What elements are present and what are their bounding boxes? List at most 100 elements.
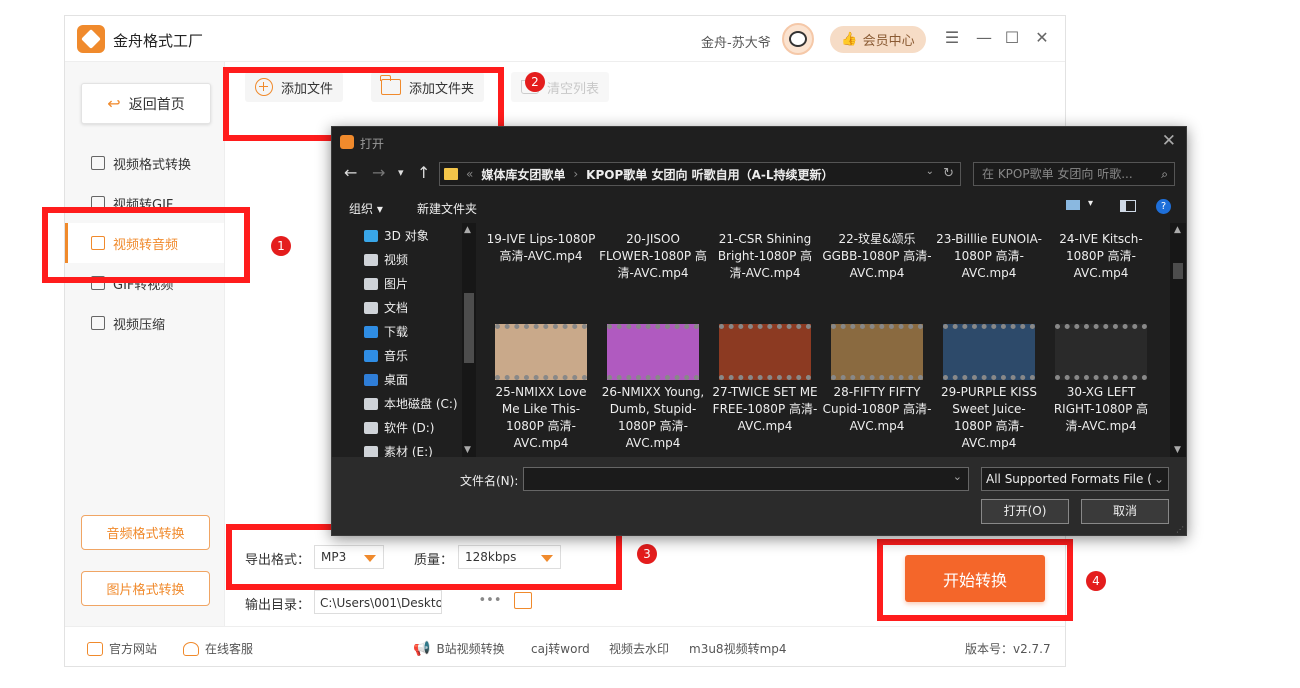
- dialog-search-input[interactable]: 在 KPOP歌单 女团向 听歌... ⌕: [973, 162, 1175, 186]
- video-thumbnail[interactable]: [1055, 324, 1147, 380]
- scroll-thumb[interactable]: [464, 293, 474, 363]
- file-item[interactable]: 25-NMIXX Love Me Like This-1080P 高清-AVC.…: [486, 384, 596, 452]
- chevron-down-icon[interactable]: ▾: [1088, 198, 1093, 209]
- chevron-down-icon[interactable]: ⌄: [953, 470, 962, 483]
- avatar[interactable]: [782, 23, 814, 55]
- tree-item[interactable]: 软件 (D:): [364, 419, 434, 436]
- tree-item[interactable]: 图片: [364, 275, 408, 292]
- address-bar[interactable]: « 媒体库女团歌单 › KPOP歌单 女团向 听歌自用（A-L持续更新） ⌄ ↻: [439, 162, 961, 186]
- footer-link-watermark[interactable]: 视频去水印: [609, 640, 669, 657]
- vip-center-button[interactable]: 👍 会员中心: [830, 26, 926, 53]
- scroll-down-icon: ▼: [464, 445, 471, 455]
- file-item[interactable]: 19-IVE Lips-1080P 高清-AVC.mp4: [486, 231, 596, 265]
- tree-item-label: 桌面: [384, 373, 409, 387]
- drive-folder-icon: [364, 349, 378, 362]
- more-dots-button[interactable]: •••: [476, 590, 504, 614]
- footer-link-bilibili[interactable]: 📢 B站视频转换: [413, 640, 505, 657]
- sidebar: ↩ 返回首页 视频格式转换 视频转GIF 视频转音频 GIF转视频 视频压缩 音…: [65, 62, 225, 626]
- up-arrow-icon[interactable]: ↑: [417, 163, 430, 182]
- sidebar-item-video-compress[interactable]: 视频压缩: [65, 303, 224, 343]
- audio-format-button[interactable]: 音频格式转换: [81, 515, 210, 550]
- dialog-command-bar: 组织 ▾ 新建文件夹 ▾ ?: [332, 195, 1186, 221]
- file-item[interactable]: 29-PURPLE KISS Sweet Juice-1080P 高清-AVC.…: [934, 384, 1044, 452]
- breadcrumb-item[interactable]: 媒体库女团歌单: [481, 166, 565, 183]
- open-folder-icon[interactable]: [514, 592, 532, 609]
- back-home-label: 返回首页: [128, 96, 185, 113]
- official-site-label: 官方网站: [109, 642, 158, 656]
- footer-link-caj[interactable]: caj转word: [531, 640, 590, 657]
- video-thumbnail[interactable]: [943, 324, 1035, 380]
- filename-label: 文件名(N):: [460, 474, 519, 488]
- file-type-filter[interactable]: All Supported Formats File (* ⌄: [981, 467, 1169, 491]
- drive-folder-icon: [364, 397, 378, 410]
- vip-center-label: 会员中心: [862, 34, 915, 49]
- menu-icon[interactable]: ☰: [942, 28, 962, 48]
- footer-link-m3u8[interactable]: m3u8视频转mp4: [689, 640, 787, 657]
- video-icon: [91, 156, 105, 170]
- video-thumbnail[interactable]: [719, 324, 811, 380]
- tree-item[interactable]: 视频: [364, 251, 408, 268]
- recent-dropdown-icon[interactable]: ▾: [398, 166, 404, 179]
- navigation-scrollbar[interactable]: ▲ ▼: [462, 223, 476, 457]
- new-folder-button[interactable]: 新建文件夹: [417, 200, 477, 217]
- breadcrumb-item[interactable]: KPOP歌单 女团向 听歌自用（A-L持续更新）: [586, 166, 833, 183]
- forward-arrow-icon[interactable]: →: [372, 163, 385, 182]
- output-path-field[interactable]: C:\Users\001\Desktop\金舟: [314, 590, 442, 614]
- title-bar: 金舟格式工厂 金舟-苏大爷 👍 会员中心 ☰ — ☐ ✕: [65, 16, 1065, 62]
- tree-item[interactable]: 3D 对象: [364, 227, 429, 244]
- video-thumbnail[interactable]: [607, 324, 699, 380]
- tree-item[interactable]: 本地磁盘 (C:): [364, 395, 458, 412]
- file-item[interactable]: 27-TWICE SET ME FREE-1080P 高清-AVC.mp4: [710, 384, 820, 435]
- annotation-number-1: 1: [271, 236, 291, 256]
- tree-item[interactable]: 音乐: [364, 347, 408, 364]
- drive-folder-icon: [364, 445, 378, 457]
- video-thumbnail[interactable]: [831, 324, 923, 380]
- scroll-down-icon: ▼: [1174, 445, 1181, 455]
- minimize-button[interactable]: —: [974, 28, 994, 48]
- close-button[interactable]: ✕: [1032, 28, 1052, 48]
- dialog-close-button[interactable]: ✕: [1162, 131, 1176, 151]
- chevron-down-icon[interactable]: ⌄: [926, 166, 934, 177]
- chevron-down-icon: ⌄: [1150, 468, 1164, 490]
- tree-item[interactable]: 素材 (E:): [364, 443, 433, 457]
- megaphone-icon: 📢: [413, 640, 431, 657]
- drive-folder-icon: [364, 277, 378, 290]
- file-item[interactable]: 24-IVE Kitsch-1080P 高清-AVC.mp4: [1046, 231, 1156, 282]
- video-thumbnail[interactable]: [495, 324, 587, 380]
- help-icon[interactable]: ?: [1156, 199, 1171, 214]
- file-item[interactable]: 26-NMIXX Young, Dumb, Stupid-1080P 高清-AV…: [598, 384, 708, 452]
- file-item[interactable]: 30-XG LEFT RIGHT-1080P 高清-AVC.mp4: [1046, 384, 1156, 435]
- search-icon: ⌕: [1161, 167, 1168, 181]
- organize-menu[interactable]: 组织 ▾: [349, 200, 383, 217]
- image-format-button[interactable]: 图片格式转换: [81, 571, 210, 606]
- file-list-pane: 19-IVE Lips-1080P 高清-AVC.mp4 20-JISOO FLO…: [482, 223, 1168, 457]
- official-site-link[interactable]: 官方网站: [87, 640, 157, 657]
- filename-input[interactable]: ⌄: [523, 467, 969, 491]
- scroll-up-icon: ▲: [1174, 225, 1181, 235]
- file-item[interactable]: 21-CSR Shining Bright-1080P 高清-AVC.mp4: [710, 231, 820, 282]
- view-mode-icon[interactable]: [1066, 200, 1080, 210]
- online-support-link[interactable]: 在线客服: [183, 640, 253, 657]
- preview-pane-icon[interactable]: [1120, 200, 1136, 212]
- tree-item-label: 软件 (D:): [384, 421, 435, 435]
- file-item[interactable]: 22-玟星&颂乐 GGBB-1080P 高清-AVC.mp4: [822, 231, 932, 282]
- file-item[interactable]: 28-FIFTY FIFTY Cupid-1080P 高清-AVC.mp4: [822, 384, 932, 435]
- dialog-title: 打开: [360, 137, 385, 151]
- tree-item[interactable]: 文档: [364, 299, 408, 316]
- drive-folder-icon: [364, 229, 378, 242]
- username[interactable]: 金舟-苏大爷: [701, 32, 771, 51]
- file-item[interactable]: 23-Billlie EUNOIA-1080P 高清-AVC.mp4: [934, 231, 1044, 282]
- refresh-icon[interactable]: ↻: [943, 166, 954, 181]
- cancel-button[interactable]: 取消: [1081, 499, 1169, 524]
- tree-item[interactable]: 桌面: [364, 371, 408, 388]
- file-item[interactable]: 20-JISOO FLOWER-1080P 高清-AVC.mp4: [598, 231, 708, 282]
- back-home-button[interactable]: ↩ 返回首页: [81, 83, 211, 124]
- sidebar-item-video-format[interactable]: 视频格式转换: [65, 143, 224, 183]
- scroll-thumb[interactable]: [1173, 263, 1183, 279]
- open-button[interactable]: 打开(O): [981, 499, 1069, 524]
- back-arrow-icon[interactable]: ←: [344, 163, 357, 182]
- file-list-scrollbar[interactable]: ▲ ▼: [1170, 223, 1186, 457]
- tree-item[interactable]: 下载: [364, 323, 408, 340]
- maximize-button[interactable]: ☐: [1002, 28, 1022, 48]
- resize-grip-icon[interactable]: ⋰: [1176, 525, 1184, 534]
